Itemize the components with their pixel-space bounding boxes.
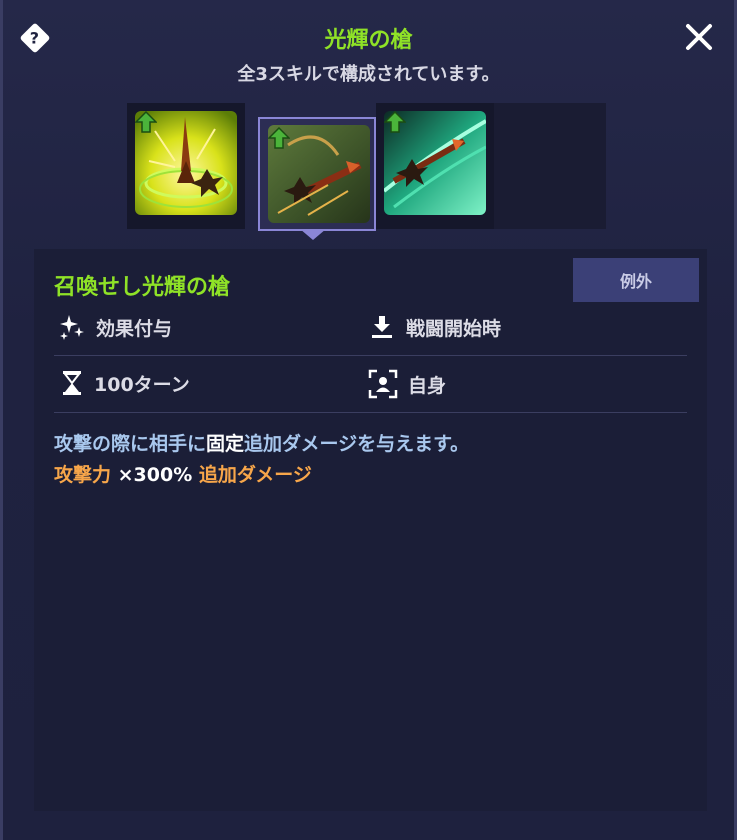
duration-label: 100ターン — [94, 373, 190, 396]
divider — [54, 355, 687, 356]
effect-type-label: 効果付与 — [96, 317, 173, 340]
upgrade-arrow-icon — [135, 111, 157, 133]
skill-icons-row — [127, 103, 607, 231]
upgrade-arrow-icon — [384, 111, 406, 133]
popup-title: 光輝の槍 — [324, 28, 413, 53]
selection-pointer — [300, 229, 326, 240]
skill-name: 召喚せし光輝の槍 — [54, 275, 231, 300]
sparkle-icon — [60, 315, 84, 340]
skill-popup-panel: ? 光輝の槍 全3スキルで構成されています。 例外 召喚せし光輝の槍 効果付与 … — [0, 0, 737, 840]
upgrade-arrow-icon — [268, 127, 290, 149]
skill-detail-card: 例外 召喚せし光輝の槍 効果付与 戦闘開始時 100ターン 自身 攻撃の際に相手… — [34, 249, 707, 811]
description-line-2: 攻撃力 ×300% 追加ダメージ — [54, 464, 312, 486]
target-label: 自身 — [408, 374, 447, 397]
skill-slot-3[interactable] — [376, 103, 494, 229]
skill-slot-1[interactable] — [127, 103, 245, 229]
download-arrow-icon — [372, 316, 392, 338]
divider — [54, 412, 687, 413]
close-icon[interactable] — [682, 20, 716, 54]
self-target-icon — [368, 369, 398, 399]
skill-slot-2[interactable] — [258, 117, 376, 231]
duration: 100ターン — [60, 369, 190, 397]
effect-type: 効果付与 — [58, 313, 172, 341]
skill-description: 攻撃の際に相手に固定追加ダメージを与えます。 攻撃力 ×300% 追加ダメージ — [54, 429, 469, 491]
popup-subtitle: 全3スキルで構成されています。 — [237, 64, 500, 85]
exception-badge: 例外 — [573, 258, 699, 302]
description-line-1: 攻撃の際に相手に固定追加ダメージを与えます。 — [54, 433, 470, 455]
hourglass-icon — [62, 371, 82, 395]
trigger-timing-label: 戦闘開始時 — [406, 317, 502, 340]
skill-slot-empty — [494, 103, 606, 229]
target: 自身 — [368, 369, 446, 399]
trigger-timing: 戦闘開始時 — [368, 313, 501, 341]
